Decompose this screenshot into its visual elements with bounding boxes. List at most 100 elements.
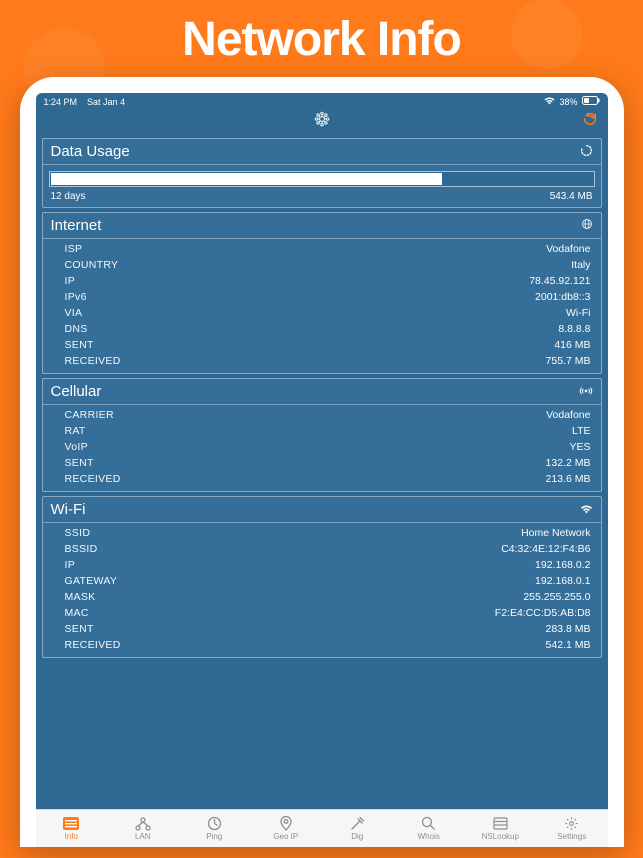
usage-bar-fill xyxy=(51,173,443,185)
globe-icon xyxy=(581,218,593,233)
usage-bar xyxy=(49,171,595,187)
row-value: 2001:db8::3 xyxy=(535,291,590,303)
row-value: Vodafone xyxy=(546,243,590,255)
tab-geoip[interactable]: Geo IP xyxy=(250,810,322,847)
row-label: VoIP xyxy=(65,441,88,453)
tab-settings[interactable]: Settings xyxy=(536,810,608,847)
info-row: RECEIVED 213.6 MB xyxy=(43,471,601,487)
spinner-icon xyxy=(580,144,593,160)
battery-percent: 38% xyxy=(559,97,577,107)
row-value: C4:32:4E:12:F4:B6 xyxy=(501,543,590,555)
row-value: Home Network xyxy=(521,527,590,539)
tab-label: NSLookup xyxy=(482,832,519,841)
geoip-tab-icon xyxy=(280,816,292,831)
info-row: VoIP YES xyxy=(43,439,601,455)
ping-tab-icon xyxy=(207,816,222,831)
row-label: SENT xyxy=(65,623,94,635)
tab-bar: Info LAN Ping Geo IP Dig Whois xyxy=(36,809,608,847)
row-label: RECEIVED xyxy=(65,639,121,651)
row-value: 213.6 MB xyxy=(546,473,591,485)
row-label: SENT xyxy=(65,339,94,351)
row-value: 283.8 MB xyxy=(546,623,591,635)
row-value: Vodafone xyxy=(546,409,590,421)
row-value: 132.2 MB xyxy=(546,457,591,469)
panel-body-internet: ISPVodafoneCOUNTRYItalyIP78.45.92.121IPv… xyxy=(43,239,601,373)
info-row: CARRIER Vodafone xyxy=(43,407,601,423)
refresh-button[interactable] xyxy=(582,111,598,132)
panel-header-internet[interactable]: Internet xyxy=(43,213,601,239)
row-value: 755.7 MB xyxy=(546,355,591,367)
panel-title: Cellular xyxy=(51,383,102,400)
row-value: YES xyxy=(569,441,590,453)
row-value: 78.45.92.121 xyxy=(529,275,590,287)
row-value: F2:E4:CC:D5:AB:D8 xyxy=(495,607,591,619)
panel-body-cellular: CARRIER Vodafone RAT LTE VoIP YES SENT 132.2 MB… xyxy=(43,405,601,491)
status-right: 38% xyxy=(544,96,599,107)
row-value: Italy xyxy=(571,259,590,271)
status-bar: 1:24 PM Sat Jan 4 38% xyxy=(36,93,608,108)
info-row: VIAWi-Fi xyxy=(43,305,601,321)
info-row: SENT 132.2 MB xyxy=(43,455,601,471)
info-row: COUNTRY Italy xyxy=(43,257,601,273)
row-label: RECEIVED xyxy=(65,355,121,367)
row-label: CARRIER xyxy=(65,409,114,421)
row-label: MASK xyxy=(65,591,96,603)
tab-ping[interactable]: Ping xyxy=(179,810,251,847)
info-tab-icon xyxy=(63,816,79,831)
usage-footer: 12 days 543.4 MB xyxy=(43,189,601,207)
info-row: GATEWAY192.168.0.1 xyxy=(43,573,601,589)
status-left: 1:24 PM Sat Jan 4 xyxy=(44,97,126,107)
lan-tab-icon xyxy=(135,816,151,831)
tab-info[interactable]: Info xyxy=(36,810,108,847)
tab-whois[interactable]: Whois xyxy=(393,810,465,847)
row-label: GATEWAY xyxy=(65,575,118,587)
tab-label: Dig xyxy=(351,832,363,841)
cellular-icon xyxy=(579,385,593,399)
row-label: IP xyxy=(65,559,76,571)
panel-title: Internet xyxy=(51,217,102,234)
app-logo-icon xyxy=(313,110,331,133)
info-row: MASK 255.255.255.0 xyxy=(43,589,601,605)
info-row: SENT 283.8 MB xyxy=(43,621,601,637)
row-value: 192.168.0.2 xyxy=(535,559,590,571)
info-row: ISPVodafone xyxy=(43,241,601,257)
row-value: 8.8.8.8 xyxy=(558,323,590,335)
info-row: RAT LTE xyxy=(43,423,601,439)
panel-internet: Internet ISPVodafone COUNTRY Italy IP78.45.… xyxy=(42,212,602,374)
row-label: DNS xyxy=(65,323,88,335)
row-label: RAT xyxy=(65,425,86,437)
panel-header-wifi[interactable]: Wi-Fi xyxy=(43,497,601,523)
row-value: 416 MB xyxy=(554,339,590,351)
panel-header-cellular[interactable]: Cellular xyxy=(43,379,601,405)
settings-tab-icon xyxy=(564,816,579,831)
panel-cellular: Cellular CARRIER Vodafone RAT LTE VoIP YES SEN… xyxy=(42,378,602,492)
row-value: 255.255.255.0 xyxy=(523,591,590,603)
info-row: IP78.45.92.121 xyxy=(43,273,601,289)
nav-bar xyxy=(36,108,608,134)
screen: 1:24 PM Sat Jan 4 38% xyxy=(36,93,608,847)
usage-total: 543.4 MB xyxy=(550,191,593,202)
tab-dig[interactable]: Dig xyxy=(322,810,394,847)
row-value: LTE xyxy=(572,425,590,437)
content-scroll[interactable]: Data Usage 12 days 543.4 MB Internet xyxy=(36,134,608,809)
panel-header-data-usage[interactable]: Data Usage xyxy=(43,139,601,165)
row-label: MAC xyxy=(65,607,89,619)
info-row: IP 192.168.0.2 xyxy=(43,557,601,573)
row-label: RECEIVED xyxy=(65,473,121,485)
tab-nslookup[interactable]: NSLookup xyxy=(465,810,537,847)
row-value: 542.1 MB xyxy=(546,639,591,651)
row-label: COUNTRY xyxy=(65,259,119,271)
tab-label: Whois xyxy=(418,832,440,841)
usage-period: 12 days xyxy=(51,191,86,202)
tablet-frame: 1:24 PM Sat Jan 4 38% xyxy=(20,77,624,847)
info-row: SENT 416 MB xyxy=(43,337,601,353)
tab-label: Geo IP xyxy=(273,832,298,841)
panel-title: Wi-Fi xyxy=(51,501,86,518)
tab-lan[interactable]: LAN xyxy=(107,810,179,847)
tab-label: Ping xyxy=(206,832,222,841)
info-row: BSSIDC4:32:4E:12:F4:B6 xyxy=(43,541,601,557)
tab-label: Info xyxy=(65,832,78,841)
row-label: SENT xyxy=(65,457,94,469)
info-row: RECEIVED 542.1 MB xyxy=(43,637,601,653)
info-row: RECEIVED 755.7 MB xyxy=(43,353,601,369)
